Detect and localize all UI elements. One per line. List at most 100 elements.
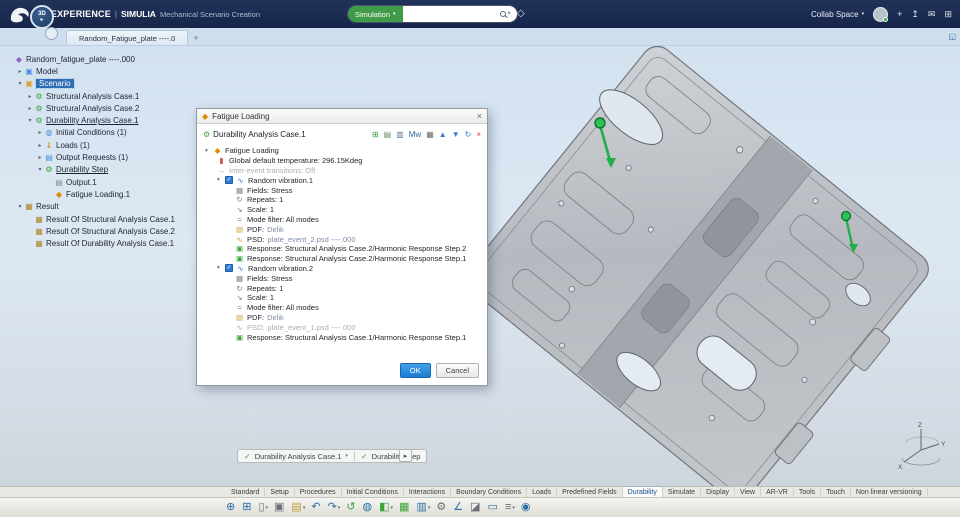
dialog-row[interactable]: ✓ ≈ Mode filter: All modes (203, 215, 481, 225)
cancel-button[interactable]: Cancel (435, 363, 479, 378)
ribbon-tab[interactable]: AR-VR (761, 487, 794, 497)
ribbon-tab[interactable]: Loads (527, 487, 558, 497)
toolbar-icon[interactable]: ⊕ (226, 502, 236, 513)
dialog-tool-icon[interactable]: × (476, 130, 481, 139)
toolbar-icon[interactable]: ▦ (399, 502, 410, 513)
tree-item[interactable]: ▸ ▣ Model (6, 65, 175, 77)
compass-badge[interactable]: 3D ▸ (30, 5, 54, 29)
expander-icon[interactable]: ▸ (36, 154, 44, 161)
ribbon-tab[interactable]: Interactions (404, 487, 452, 497)
search-scope-dropdown[interactable]: Simulation ▾ (348, 6, 403, 22)
tree-item-label[interactable]: Structural Analysis Case.2 (46, 104, 139, 113)
toolbar-icon[interactable]: ↺ (346, 502, 356, 513)
ribbon-tab[interactable]: Procedures (295, 487, 342, 497)
user-badge[interactable] (45, 27, 58, 40)
ribbon-tab[interactable]: Durability (622, 486, 663, 497)
tree-item-label[interactable]: Model (36, 67, 58, 76)
tree-item[interactable]: ▦ Result Of Structural Analysis Case.1 (6, 213, 175, 225)
expand-viewport-icon[interactable]: ◱ (948, 32, 956, 41)
tree-item-label[interactable]: Random_fatigue_plate ----.000 (26, 55, 135, 64)
checkbox[interactable]: ✓ (225, 264, 233, 273)
toolbar-icon[interactable]: ◍ (363, 502, 374, 513)
dialog-row[interactable]: ✓ ▣ Response: Structural Analysis Case.2… (203, 254, 481, 264)
tree-item[interactable]: ▾ ▣ Scenario (6, 78, 175, 90)
dialog-tool-icon[interactable]: ▦ (426, 130, 434, 139)
ribbon-tab[interactable]: Non linear versioning (851, 487, 928, 497)
active-step-label[interactable]: Durability Step (372, 452, 421, 461)
tree-item[interactable]: ▦ Result Of Durability Analysis Case.1 (6, 237, 175, 249)
dialog-row[interactable]: ✓ ↘ Scale: 1 (203, 293, 481, 303)
dialog-row[interactable]: ✓ ↘ Scale: 1 (203, 205, 481, 215)
expander-icon[interactable]: ▸ (26, 105, 34, 112)
expander-icon[interactable]: ▾ (26, 117, 34, 124)
tree-item[interactable]: ◆ Random_fatigue_plate ----.000 (6, 53, 175, 65)
dialog-row[interactable]: ✓ ▣ Response: Structural Analysis Case.2… (203, 244, 481, 254)
toolbar-icon[interactable]: ⊞ (242, 502, 252, 513)
tree-item-label[interactable]: Fatigue Loading.1 (66, 190, 130, 199)
tree-item-label[interactable]: Durability Step (56, 165, 108, 174)
tree-item[interactable]: ▾ ⚙ Durability Analysis Case.1 (6, 114, 175, 126)
dialog-row[interactable]: ✓ ▤ PDF: Dirlik (203, 224, 481, 234)
ribbon-tab[interactable]: Boundary Conditions (451, 487, 528, 497)
expander-icon[interactable]: ▾ (217, 265, 225, 271)
dialog-row[interactable]: ✓ ▦ Fields: Stress (203, 185, 481, 195)
toolbar-icon[interactable]: ↶ (311, 502, 321, 513)
expander-icon[interactable]: ▸ (26, 93, 34, 100)
toolbar-icon[interactable]: ▤ ▾ (291, 502, 305, 513)
dialog-row[interactable]: ✓ ↔ Inter-event transitions: Off (203, 166, 481, 176)
toolbar-icon[interactable]: ▯ ▾ (258, 502, 268, 513)
dialog-row[interactable]: ✓ ▦ Fields: Stress (203, 273, 481, 283)
ribbon-tab[interactable]: Display (701, 487, 736, 497)
ribbon-tab[interactable]: Simulate (663, 487, 702, 497)
ribbon-tab[interactable]: Tools (794, 487, 822, 497)
tree-item[interactable]: ▦ Result Of Structural Analysis Case.2 (6, 225, 175, 237)
collab-space-dropdown[interactable]: Collab Space ▾ (811, 10, 864, 19)
new-tab-button[interactable]: + (188, 33, 203, 45)
expander-icon[interactable]: ▾ (217, 177, 225, 183)
dialog-tool-icon[interactable]: ▲ (439, 130, 447, 139)
dialog-row[interactable]: ✓ ▤ PDF: Dirlik (203, 313, 481, 323)
tag-icon[interactable]: ◇ (517, 8, 525, 19)
tree-item-label[interactable]: Initial Conditions (1) (56, 128, 127, 137)
expander-icon[interactable]: ▾ (16, 203, 24, 210)
tree-item[interactable]: ◆ Fatigue Loading.1 (6, 188, 175, 200)
topbar-action-icon[interactable]: + (897, 9, 902, 19)
ribbon-tab[interactable]: Standard (226, 487, 266, 497)
tree-item[interactable]: ▸ ⚙ Structural Analysis Case.2 (6, 102, 175, 114)
user-avatar[interactable] (873, 6, 889, 22)
tree-item[interactable]: ▸ ◍ Initial Conditions (1) (6, 127, 175, 139)
tree-item-label[interactable]: Result (36, 202, 59, 211)
ribbon-tab[interactable]: Setup (265, 487, 295, 497)
toolbar-icon[interactable]: ▥ ▾ (416, 502, 430, 513)
active-case-label[interactable]: Durability Analysis Case.1 (255, 452, 342, 461)
tree-item-label[interactable]: Result Of Structural Analysis Case.2 (46, 227, 175, 236)
dialog-row[interactable]: ✓ ↻ Repeats: 1 (203, 195, 481, 205)
tree-item[interactable]: ▾ ⚙ Durability Step (6, 164, 175, 176)
ribbon-tab[interactable]: Touch (821, 487, 851, 497)
toolbar-icon[interactable]: ◪ (470, 502, 481, 513)
tree-item[interactable]: ▸ ⇓ Loads (1) (6, 139, 175, 151)
dialog-tool-icon[interactable]: Mw (409, 130, 421, 139)
toolbar-icon[interactable]: ≡ ▾ (505, 502, 515, 513)
topbar-action-icon[interactable]: ↥ (911, 9, 919, 20)
toolbar-icon[interactable]: ◧ ▾ (379, 502, 393, 513)
dialog-titlebar[interactable]: ◆ Fatigue Loading × (197, 109, 487, 124)
tree-item-label[interactable]: Result Of Structural Analysis Case.1 (46, 215, 175, 224)
close-icon[interactable]: × (477, 111, 482, 121)
document-tab[interactable]: Random_Fatigue_plate ----.0 (66, 30, 189, 45)
expander-icon[interactable]: ▸ (16, 68, 24, 75)
expander-icon[interactable]: ▾ (36, 166, 44, 173)
tree-item-label[interactable]: Loads (1) (56, 141, 90, 150)
toolbar-icon[interactable]: ⚙ (436, 502, 447, 513)
tree-item-label[interactable]: Output.1 (66, 178, 97, 187)
toolbar-icon[interactable]: ▣ (274, 502, 285, 513)
toolbar-icon[interactable]: ∠ (453, 502, 464, 513)
toolbar-icon[interactable]: ◉ (521, 502, 532, 513)
dialog-tool-icon[interactable]: ↻ (465, 130, 472, 139)
topbar-action-icon[interactable]: ⊞ (944, 9, 952, 20)
search-icon[interactable]: + (494, 6, 517, 22)
ok-button[interactable]: OK (399, 363, 431, 378)
dialog-tool-icon[interactable]: ⊞ (372, 130, 379, 139)
toolbar-icon[interactable]: ▭ (488, 502, 499, 513)
chevron-down-icon[interactable]: ▾ (345, 453, 348, 459)
